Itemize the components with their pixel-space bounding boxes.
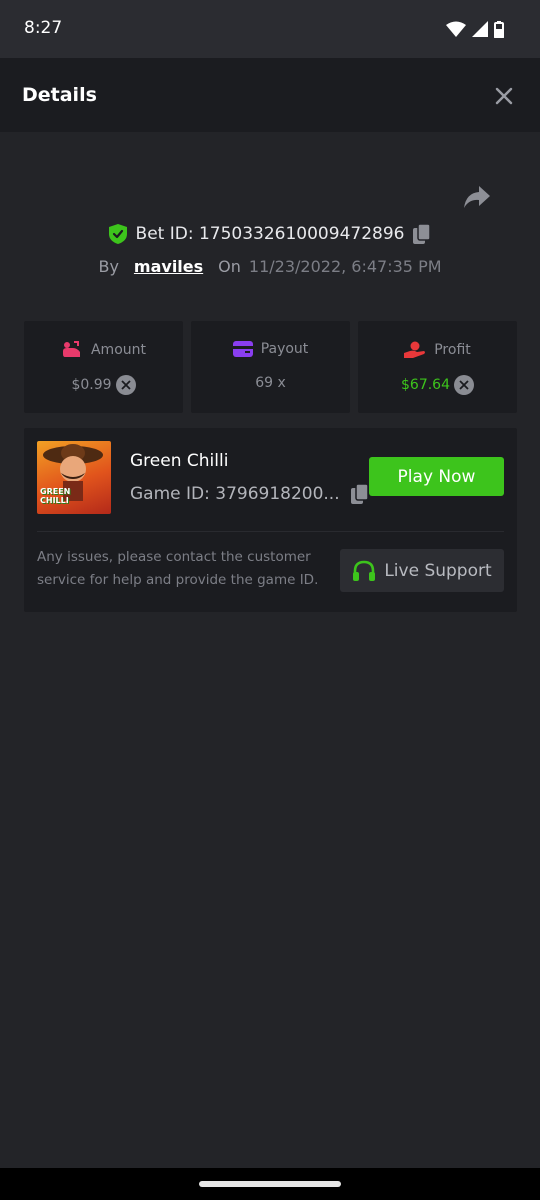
game-card: GREEN CHILLI Green Chilli Game ID: 37969…	[24, 428, 517, 612]
copy-bet-id-button[interactable]	[412, 223, 432, 245]
system-nav-bar	[0, 1168, 540, 1200]
stat-payout: Payout 69 x	[191, 321, 350, 413]
stat-amount: Amount $0.99	[24, 321, 183, 413]
game-thumbnail[interactable]: GREEN CHILLI	[37, 441, 111, 514]
status-bar: 8:27	[0, 0, 540, 58]
on-label: On	[218, 256, 241, 276]
copy-icon	[350, 483, 369, 504]
help-text: Any issues, please contact the customer …	[37, 549, 319, 588]
payout-card-icon	[232, 341, 253, 357]
payout-value: 69 x	[255, 375, 286, 391]
amount-icon	[62, 341, 80, 357]
cell-signal-icon	[472, 21, 488, 37]
status-time: 8:27	[24, 18, 63, 38]
page-title: Details	[22, 84, 97, 106]
share-button[interactable]	[462, 183, 492, 211]
wifi-icon	[446, 21, 466, 37]
currency-coin-icon	[454, 375, 474, 395]
username-link[interactable]: maviles	[134, 257, 203, 276]
bet-meta-row: By maviles On 11/23/2022, 6:47:35 PM	[0, 253, 540, 279]
payout-label: Payout	[260, 341, 309, 357]
home-indicator[interactable]	[199, 1181, 341, 1187]
bet-id: Bet ID: 1750332610009472896	[135, 224, 405, 244]
game-name: Green Chilli	[130, 451, 229, 471]
game-thumb-logo: GREEN CHILLI	[40, 487, 71, 505]
profit-hand-icon	[404, 341, 426, 358]
status-icons	[446, 20, 504, 38]
profit-value: $67.64	[401, 377, 450, 393]
copy-icon	[413, 223, 432, 244]
share-icon	[464, 186, 490, 208]
close-button[interactable]	[492, 84, 516, 108]
profit-label: Profit	[434, 342, 471, 358]
headphones-icon	[353, 560, 376, 581]
divider	[37, 531, 504, 532]
close-icon	[495, 87, 513, 105]
currency-coin-icon	[115, 375, 136, 395]
play-now-button[interactable]: Play Now	[369, 457, 504, 496]
game-id: Game ID: 3796918200...	[130, 484, 340, 504]
stat-profit: Profit $67.64	[358, 321, 517, 413]
details-header: Details	[0, 58, 540, 132]
verified-shield-icon	[108, 224, 127, 244]
live-support-label: Live Support	[384, 560, 492, 581]
bet-date: 11/23/2022, 6:47:35 PM	[248, 256, 442, 276]
bet-id-row: Bet ID: 1750332610009472896	[0, 220, 540, 248]
amount-label: Amount	[90, 342, 146, 358]
battery-icon	[494, 20, 504, 38]
copy-game-id-button[interactable]	[350, 483, 370, 505]
bet-stats: Amount $0.99 Payout 69 x Profit $67.64	[24, 321, 517, 413]
amount-value: $0.99	[71, 377, 112, 393]
live-support-button[interactable]: Live Support	[340, 549, 504, 592]
by-label: By	[98, 256, 119, 276]
